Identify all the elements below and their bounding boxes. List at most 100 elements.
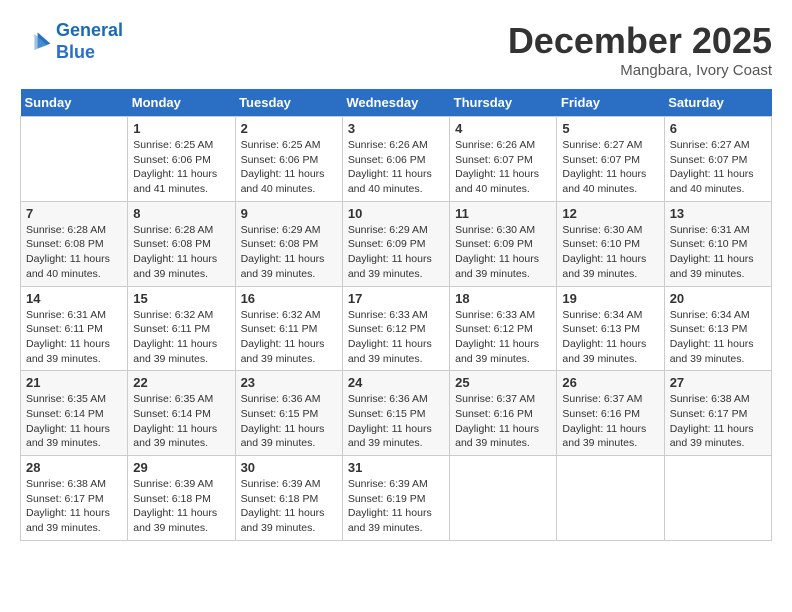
weekday-header: Tuesday	[235, 89, 342, 117]
day-info: Sunrise: 6:25 AM Sunset: 6:06 PM Dayligh…	[241, 138, 337, 197]
calendar-cell: 21 Sunrise: 6:35 AM Sunset: 6:14 PM Dayli…	[21, 371, 128, 456]
calendar-cell: 18 Sunrise: 6:33 AM Sunset: 6:12 PM Dayli…	[450, 286, 557, 371]
calendar-cell: 30 Sunrise: 6:39 AM Sunset: 6:18 PM Dayli…	[235, 456, 342, 541]
calendar-week-row: 1 Sunrise: 6:25 AM Sunset: 6:06 PM Daylig…	[21, 117, 772, 202]
calendar-cell: 27 Sunrise: 6:38 AM Sunset: 6:17 PM Dayli…	[664, 371, 771, 456]
title-block: December 2025 Mangbara, Ivory Coast	[508, 20, 772, 79]
calendar-cell	[21, 117, 128, 202]
day-number: 17	[348, 291, 444, 306]
day-number: 21	[26, 375, 122, 390]
calendar-week-row: 28 Sunrise: 6:38 AM Sunset: 6:17 PM Dayli…	[21, 456, 772, 541]
calendar-cell: 2 Sunrise: 6:25 AM Sunset: 6:06 PM Daylig…	[235, 117, 342, 202]
day-info: Sunrise: 6:38 AM Sunset: 6:17 PM Dayligh…	[670, 392, 766, 451]
day-number: 2	[241, 121, 337, 136]
day-info: Sunrise: 6:30 AM Sunset: 6:10 PM Dayligh…	[562, 223, 658, 282]
day-info: Sunrise: 6:32 AM Sunset: 6:11 PM Dayligh…	[241, 308, 337, 367]
day-info: Sunrise: 6:27 AM Sunset: 6:07 PM Dayligh…	[562, 138, 658, 197]
day-info: Sunrise: 6:38 AM Sunset: 6:17 PM Dayligh…	[26, 477, 122, 536]
day-number: 22	[133, 375, 229, 390]
day-number: 31	[348, 460, 444, 475]
calendar-cell: 29 Sunrise: 6:39 AM Sunset: 6:18 PM Dayli…	[128, 456, 235, 541]
day-number: 29	[133, 460, 229, 475]
calendar-cell: 25Sunrise: 6:37 AM Sunset: 6:16 PM Dayli…	[450, 371, 557, 456]
day-number: 6	[670, 121, 766, 136]
day-number: 28	[26, 460, 122, 475]
day-number: 1	[133, 121, 229, 136]
weekday-header: Saturday	[664, 89, 771, 117]
calendar-week-row: 21 Sunrise: 6:35 AM Sunset: 6:14 PM Dayli…	[21, 371, 772, 456]
calendar-cell: 4 Sunrise: 6:26 AM Sunset: 6:07 PM Daylig…	[450, 117, 557, 202]
day-number: 11	[455, 206, 551, 221]
day-info: Sunrise: 6:26 AM Sunset: 6:06 PM Dayligh…	[348, 138, 444, 197]
day-number: 20	[670, 291, 766, 306]
calendar-cell: 12 Sunrise: 6:30 AM Sunset: 6:10 PM Dayli…	[557, 201, 664, 286]
calendar-cell: 8Sunrise: 6:28 AM Sunset: 6:08 PM Daylig…	[128, 201, 235, 286]
calendar-cell: 6 Sunrise: 6:27 AM Sunset: 6:07 PM Daylig…	[664, 117, 771, 202]
calendar-cell: 7 Sunrise: 6:28 AM Sunset: 6:08 PM Daylig…	[21, 201, 128, 286]
day-number: 13	[670, 206, 766, 221]
day-number: 3	[348, 121, 444, 136]
logo-icon	[20, 26, 52, 58]
day-info: Sunrise: 6:28 AM Sunset: 6:08 PM Dayligh…	[26, 223, 122, 282]
day-number: 7	[26, 206, 122, 221]
day-info: Sunrise: 6:36 AM Sunset: 6:15 PM Dayligh…	[348, 392, 444, 451]
day-info: Sunrise: 6:31 AM Sunset: 6:11 PM Dayligh…	[26, 308, 122, 367]
calendar-cell: 23 Sunrise: 6:36 AM Sunset: 6:15 PM Dayli…	[235, 371, 342, 456]
calendar-table: SundayMondayTuesdayWednesdayThursdayFrid…	[20, 89, 772, 541]
calendar-header: SundayMondayTuesdayWednesdayThursdayFrid…	[21, 89, 772, 117]
day-number: 14	[26, 291, 122, 306]
calendar-body: 1 Sunrise: 6:25 AM Sunset: 6:06 PM Daylig…	[21, 117, 772, 541]
logo: General Blue	[20, 20, 123, 63]
calendar-cell: 24Sunrise: 6:36 AM Sunset: 6:15 PM Dayli…	[342, 371, 449, 456]
day-info: Sunrise: 6:37 AM Sunset: 6:16 PM Dayligh…	[455, 392, 551, 451]
calendar-cell: 22 Sunrise: 6:35 AM Sunset: 6:14 PM Dayli…	[128, 371, 235, 456]
day-info: Sunrise: 6:27 AM Sunset: 6:07 PM Dayligh…	[670, 138, 766, 197]
calendar-cell	[450, 456, 557, 541]
day-number: 23	[241, 375, 337, 390]
calendar-cell: 19 Sunrise: 6:34 AM Sunset: 6:13 PM Dayli…	[557, 286, 664, 371]
weekday-header: Thursday	[450, 89, 557, 117]
day-number: 19	[562, 291, 658, 306]
day-number: 4	[455, 121, 551, 136]
calendar-cell: 1 Sunrise: 6:25 AM Sunset: 6:06 PM Daylig…	[128, 117, 235, 202]
calendar-cell: 17Sunrise: 6:33 AM Sunset: 6:12 PM Dayli…	[342, 286, 449, 371]
day-info: Sunrise: 6:30 AM Sunset: 6:09 PM Dayligh…	[455, 223, 551, 282]
calendar-cell: 31Sunrise: 6:39 AM Sunset: 6:19 PM Dayli…	[342, 456, 449, 541]
calendar-cell: 5Sunrise: 6:27 AM Sunset: 6:07 PM Daylig…	[557, 117, 664, 202]
day-info: Sunrise: 6:25 AM Sunset: 6:06 PM Dayligh…	[133, 138, 229, 197]
day-number: 12	[562, 206, 658, 221]
day-info: Sunrise: 6:26 AM Sunset: 6:07 PM Dayligh…	[455, 138, 551, 197]
day-number: 30	[241, 460, 337, 475]
calendar-cell: 16 Sunrise: 6:32 AM Sunset: 6:11 PM Dayli…	[235, 286, 342, 371]
calendar-cell: 15Sunrise: 6:32 AM Sunset: 6:11 PM Dayli…	[128, 286, 235, 371]
weekday-header: Friday	[557, 89, 664, 117]
day-number: 18	[455, 291, 551, 306]
day-number: 16	[241, 291, 337, 306]
calendar-cell: 20 Sunrise: 6:34 AM Sunset: 6:13 PM Dayli…	[664, 286, 771, 371]
calendar-week-row: 7 Sunrise: 6:28 AM Sunset: 6:08 PM Daylig…	[21, 201, 772, 286]
logo-text: General Blue	[56, 20, 123, 63]
weekday-header: Wednesday	[342, 89, 449, 117]
day-number: 10	[348, 206, 444, 221]
day-info: Sunrise: 6:39 AM Sunset: 6:18 PM Dayligh…	[241, 477, 337, 536]
calendar-cell: 26 Sunrise: 6:37 AM Sunset: 6:16 PM Dayli…	[557, 371, 664, 456]
calendar-cell	[557, 456, 664, 541]
day-number: 9	[241, 206, 337, 221]
day-info: Sunrise: 6:39 AM Sunset: 6:18 PM Dayligh…	[133, 477, 229, 536]
day-info: Sunrise: 6:34 AM Sunset: 6:13 PM Dayligh…	[562, 308, 658, 367]
page-header: General Blue December 2025 Mangbara, Ivo…	[20, 20, 772, 79]
day-info: Sunrise: 6:32 AM Sunset: 6:11 PM Dayligh…	[133, 308, 229, 367]
calendar-cell: 3 Sunrise: 6:26 AM Sunset: 6:06 PM Daylig…	[342, 117, 449, 202]
day-info: Sunrise: 6:35 AM Sunset: 6:14 PM Dayligh…	[26, 392, 122, 451]
day-info: Sunrise: 6:31 AM Sunset: 6:10 PM Dayligh…	[670, 223, 766, 282]
day-number: 27	[670, 375, 766, 390]
calendar-cell: 9Sunrise: 6:29 AM Sunset: 6:08 PM Daylig…	[235, 201, 342, 286]
day-info: Sunrise: 6:37 AM Sunset: 6:16 PM Dayligh…	[562, 392, 658, 451]
calendar-week-row: 14 Sunrise: 6:31 AM Sunset: 6:11 PM Dayli…	[21, 286, 772, 371]
day-info: Sunrise: 6:33 AM Sunset: 6:12 PM Dayligh…	[455, 308, 551, 367]
day-number: 26	[562, 375, 658, 390]
day-info: Sunrise: 6:36 AM Sunset: 6:15 PM Dayligh…	[241, 392, 337, 451]
day-info: Sunrise: 6:35 AM Sunset: 6:14 PM Dayligh…	[133, 392, 229, 451]
day-info: Sunrise: 6:34 AM Sunset: 6:13 PM Dayligh…	[670, 308, 766, 367]
calendar-cell: 28 Sunrise: 6:38 AM Sunset: 6:17 PM Dayli…	[21, 456, 128, 541]
